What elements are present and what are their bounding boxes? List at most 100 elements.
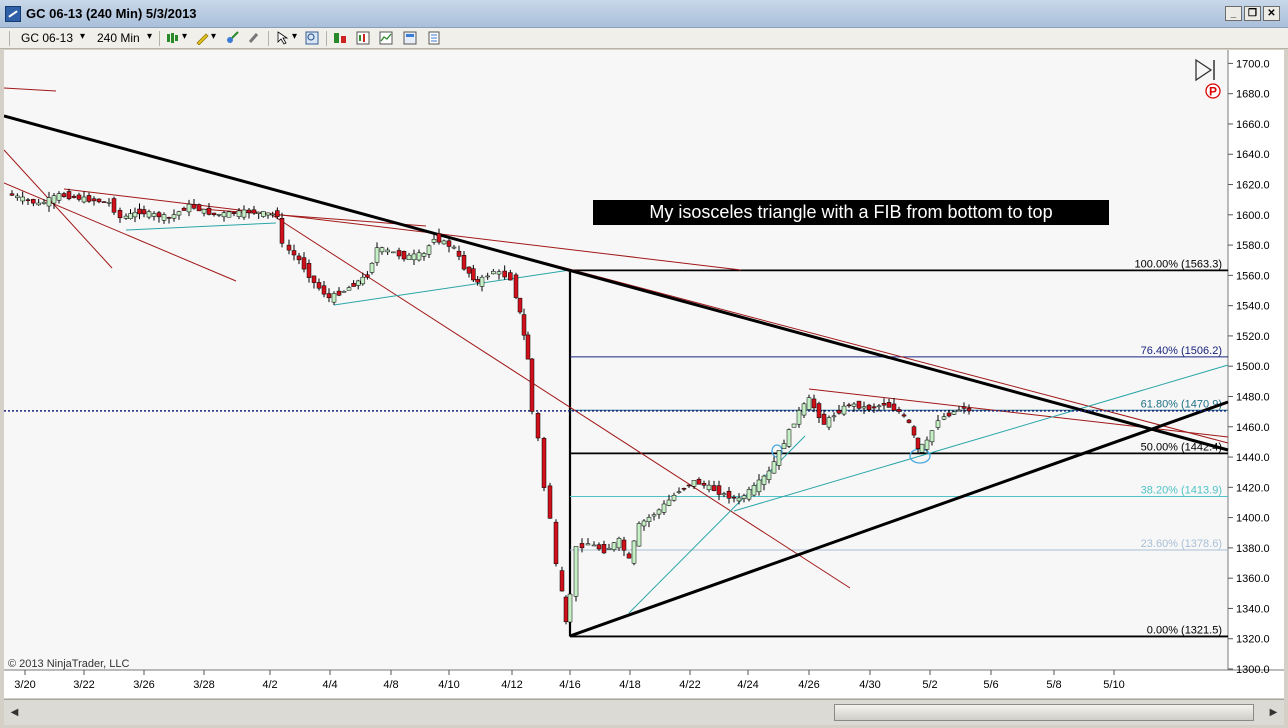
bear-candle <box>508 272 513 281</box>
fib-level-label: 0.00% (1321.5) <box>1147 624 1222 636</box>
bear-candle <box>291 250 297 256</box>
p-marker-glyph: P <box>1209 85 1217 99</box>
bull-candle <box>826 417 832 428</box>
zoom-icon[interactable] <box>305 31 319 45</box>
bull-candle <box>491 271 496 275</box>
instrument-dropdown-icon[interactable]: ▾ <box>80 31 85 42</box>
indicators-icon[interactable] <box>333 31 347 45</box>
bear-candle <box>66 191 72 200</box>
price-tick-label: 1480.0 <box>1236 391 1270 403</box>
bull-candle <box>81 196 87 203</box>
toolbar-separator <box>159 31 160 46</box>
date-tick-label: 4/22 <box>679 679 700 691</box>
bear-candle <box>626 553 632 559</box>
cursor-dropdown-icon[interactable]: ▾ <box>292 31 297 42</box>
fib-level-label: 100.00% (1563.3) <box>1135 258 1222 270</box>
cursor-icon[interactable] <box>276 31 290 45</box>
bull-candle <box>171 214 177 219</box>
chart-app-icon <box>5 6 21 22</box>
bull-candle <box>776 450 782 466</box>
bear-candle <box>731 496 737 499</box>
price-tick-label: 1420.0 <box>1236 482 1270 494</box>
price-chart[interactable]: 1700.0 1680.0 1660.0 1640.0 1620.0 1600.0 1580… <box>4 50 1284 698</box>
bear-candle <box>836 410 842 414</box>
bear-candle <box>686 484 692 487</box>
bear-candle <box>196 204 202 212</box>
window-title: GC 06-13 (240 Min) 5/3/2013 <box>26 6 197 21</box>
chart-style-icon[interactable] <box>165 31 179 45</box>
bear-candle <box>71 195 77 198</box>
bear-candle <box>461 255 467 270</box>
properties-icon[interactable] <box>427 31 441 45</box>
bear-candle <box>529 358 535 412</box>
bull-candle <box>641 520 647 527</box>
bear-candle <box>446 240 452 247</box>
bear-candle <box>513 274 519 298</box>
bull-candle <box>746 489 752 500</box>
bull-candle <box>831 415 837 418</box>
chart-style-dropdown-icon[interactable]: ▾ <box>182 31 187 42</box>
scroll-right-arrow-icon[interactable]: ▶ <box>1265 704 1282 721</box>
bull-candle <box>46 197 52 207</box>
bull-candle <box>585 543 591 546</box>
bull-candle <box>406 254 412 260</box>
bull-candle <box>485 275 490 278</box>
price-tick-label: 1640.0 <box>1236 149 1270 161</box>
price-tick-label: 1540.0 <box>1236 301 1270 313</box>
scroll-left-arrow-icon[interactable]: ◀ <box>6 704 23 721</box>
bear-candle <box>86 195 92 202</box>
bull-candle <box>411 253 417 261</box>
bear-candle <box>466 266 472 274</box>
interval-dropdown-icon[interactable]: ▾ <box>147 31 152 42</box>
interval-selector[interactable]: 240 Min <box>97 31 140 45</box>
plot-area[interactable] <box>4 50 1228 670</box>
horizontal-scrollbar[interactable]: ◀ ▶ <box>4 699 1284 725</box>
data-series-icon[interactable] <box>379 31 393 45</box>
drawing-pencil-icon[interactable] <box>195 31 209 45</box>
bull-candle <box>924 439 930 450</box>
bull-candle <box>479 276 485 287</box>
bull-candle <box>236 210 242 217</box>
toolbar-separator <box>268 31 269 46</box>
bear-candle <box>301 257 307 270</box>
date-tick-label: 5/10 <box>1103 679 1124 691</box>
bear-candle <box>96 198 102 203</box>
bear-candle <box>563 596 569 622</box>
date-tick-label: 4/18 <box>619 679 640 691</box>
bull-candle <box>851 403 857 407</box>
annotation-text: My isosceles triangle with a FIB from bo… <box>649 202 1052 222</box>
price-tick-label: 1700.0 <box>1236 58 1270 70</box>
bull-candle <box>671 495 677 501</box>
date-tick-label: 3/28 <box>193 679 214 691</box>
bull-candle <box>636 523 642 547</box>
restore-button[interactable]: ❐ <box>1244 6 1261 21</box>
magnet-icon[interactable] <box>247 31 261 45</box>
bear-candle <box>716 485 722 495</box>
date-tick-label: 4/16 <box>559 679 580 691</box>
chart-toolbar: GC 06-13 ▾ 240 Min ▾ ▾ ▾ ▾ <box>0 28 1288 49</box>
drawing-dropdown-icon[interactable]: ▾ <box>211 31 216 42</box>
copyright-label: © 2013 NinjaTrader, LLC <box>8 658 129 670</box>
chart-trader-icon[interactable] <box>403 31 417 45</box>
strategy-icon[interactable] <box>225 31 239 45</box>
date-tick-label: 4/26 <box>798 679 819 691</box>
bear-candle <box>579 543 585 549</box>
bear-candle <box>336 290 342 296</box>
scrollbar-thumb[interactable] <box>834 704 1254 721</box>
bear-candle <box>915 437 921 449</box>
bull-candle <box>876 405 882 408</box>
date-tick-label: 4/12 <box>501 679 522 691</box>
bull-candle <box>676 491 682 493</box>
strategies-icon[interactable] <box>356 31 370 45</box>
close-button[interactable]: ✕ <box>1263 6 1280 21</box>
bull-candle <box>51 195 57 204</box>
price-tick-label: 1440.0 <box>1236 452 1270 464</box>
bull-candle <box>270 213 275 216</box>
bear-candle <box>601 544 607 554</box>
bear-candle <box>306 263 312 278</box>
bear-candle <box>871 406 877 409</box>
bear-candle <box>681 488 687 490</box>
instrument-selector[interactable]: GC 06-13 <box>21 31 73 45</box>
bear-candle <box>181 207 187 211</box>
minimize-button[interactable]: _ <box>1225 6 1242 21</box>
